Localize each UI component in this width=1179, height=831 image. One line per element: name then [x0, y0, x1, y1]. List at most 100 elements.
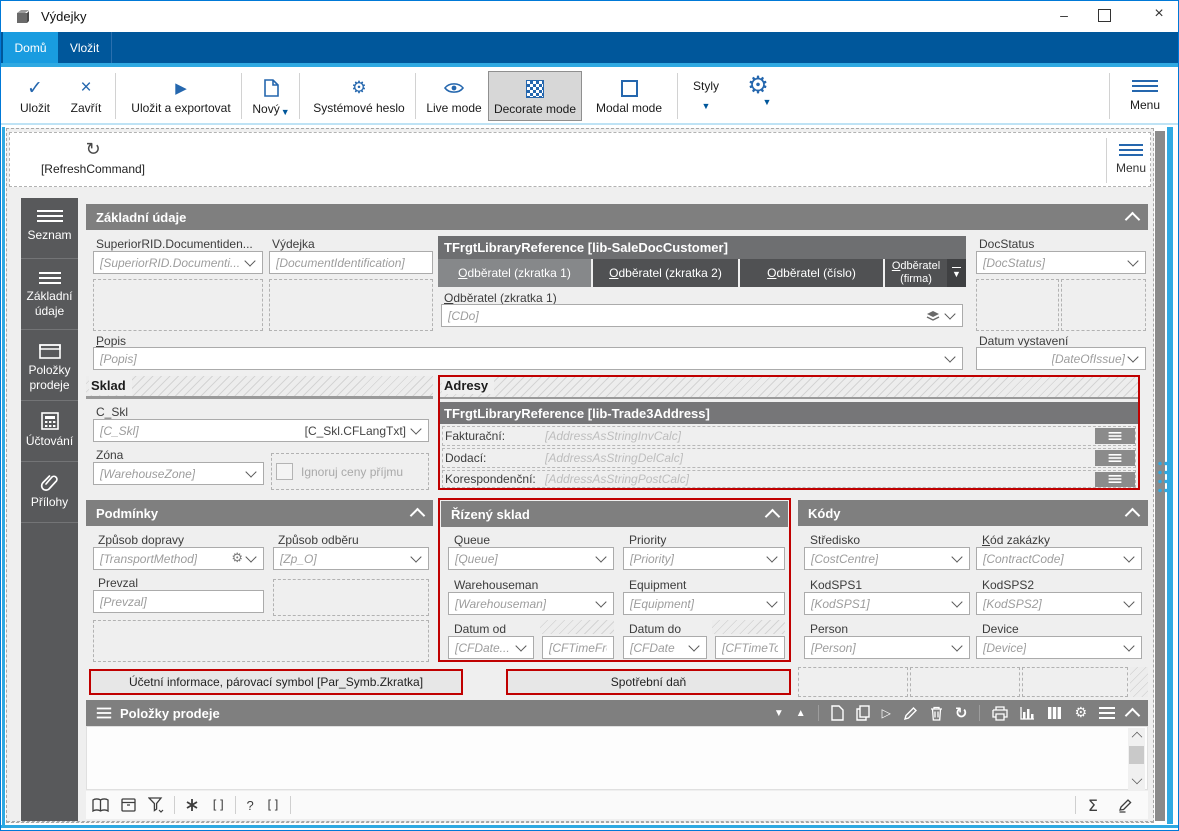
chart-icon[interactable]	[1020, 706, 1035, 720]
caret-down-icon[interactable]: ▼	[774, 708, 784, 719]
pencil-icon[interactable]	[903, 706, 918, 721]
save-export-button[interactable]: ▶ Uložit a exportovat	[123, 75, 239, 115]
docstatus-combo[interactable]: [DocStatus]	[976, 251, 1146, 274]
customer-tab-zkratka2[interactable]: Odběratel (zkratka 2)	[593, 259, 738, 287]
scroll-down-icon[interactable]	[1132, 774, 1143, 785]
kodsps2-combo[interactable]: [KodSPS2]	[976, 592, 1142, 615]
gear-icon[interactable]: ⚙	[1074, 705, 1087, 721]
collapse-icon[interactable]	[1125, 508, 1141, 524]
device-combo[interactable]: [Device]	[976, 636, 1142, 659]
address-menu-button[interactable]	[1095, 428, 1135, 444]
section-header-zakladni-udaje[interactable]: Základní údaje	[86, 204, 1148, 230]
sidebar-item-seznam[interactable]: Seznam	[21, 198, 78, 259]
sidebar-item-polozky-prodeje[interactable]: Položky prodeje	[21, 331, 78, 401]
asterisk-icon[interactable]	[185, 798, 199, 812]
caret-up-icon[interactable]: ▲	[796, 708, 806, 719]
command-bar-menu-button[interactable]: Menu	[1112, 141, 1150, 175]
gear-icon[interactable]: ⚙	[231, 551, 243, 566]
kod-zakazky-combo[interactable]: [ContractCode]	[976, 547, 1142, 570]
address-menu-button[interactable]	[1095, 450, 1135, 466]
run-icon[interactable]: ▷	[882, 706, 891, 720]
kodsps1-combo[interactable]: [KodSPS1]	[804, 592, 970, 615]
vydejka-input[interactable]: [DocumentIdentification]	[269, 251, 433, 274]
printer-icon[interactable]	[992, 706, 1008, 721]
popis-combo[interactable]: [Popis]	[93, 347, 963, 370]
accounting-info-button[interactable]: Účetní informace, párovací symbol [Par_S…	[89, 669, 463, 695]
customer-tab-cislo[interactable]: Odběratel (číslo)	[740, 259, 883, 287]
book-icon[interactable]	[92, 798, 109, 812]
address-menu-button[interactable]	[1095, 472, 1135, 487]
refresh-command-button[interactable]: ↻ [RefreshCommand]	[18, 139, 168, 176]
calculator-icon	[41, 412, 59, 430]
customer-tabs-overflow-button[interactable]: ▼	[947, 259, 966, 287]
sidebar-item-zakladni-udaje[interactable]: Základní údaje	[21, 260, 78, 330]
section-header-kody[interactable]: Kódy	[798, 500, 1148, 526]
refresh-icon[interactable]: ↻	[955, 704, 968, 722]
time-to-input[interactable]: [CFTimeTo]	[715, 636, 785, 659]
collapse-icon[interactable]	[1125, 707, 1141, 723]
zona-combo[interactable]: [WarehouseZone]	[93, 462, 264, 485]
datum-od-combo[interactable]: [CFDate...	[448, 636, 534, 659]
doprava-combo[interactable]: [TransportMethod] ⚙	[93, 547, 264, 570]
sidebar-item-uctovani[interactable]: Účtování	[21, 402, 78, 462]
trash-icon[interactable]	[930, 706, 943, 721]
person-combo[interactable]: [Person]	[804, 636, 970, 659]
superior-combo[interactable]: [SuperiorRID.Documenti...	[93, 251, 263, 274]
question-icon[interactable]: ?	[246, 798, 253, 813]
styles-button[interactable]: Styly ▼	[685, 79, 727, 111]
section-header-polozky-prodeje[interactable]: Položky prodeje ▼ ▲ ▷ ↻ ⚙	[86, 700, 1148, 726]
datum-do-combo[interactable]: [CFDate	[623, 636, 707, 659]
maximize-button[interactable]	[1098, 9, 1111, 22]
brackets-icon[interactable]: []	[211, 798, 225, 812]
equipment-combo[interactable]: [Equipment]	[623, 592, 785, 615]
layers-icon[interactable]	[926, 310, 940, 322]
close-button[interactable]: ×	[1144, 5, 1174, 27]
sum-icon[interactable]: Σ	[1088, 796, 1098, 815]
items-scrollbar[interactable]	[1128, 728, 1145, 790]
stredisko-combo[interactable]: [CostCentre]	[804, 547, 970, 570]
sidebar-item-prilohy[interactable]: Přílohy	[21, 463, 78, 523]
collapse-icon[interactable]	[765, 509, 781, 525]
cdo-combo[interactable]: [CDo]	[441, 304, 963, 327]
collapse-icon[interactable]	[1125, 212, 1141, 228]
hamburger-icon[interactable]	[1099, 704, 1115, 722]
decorate-mode-button[interactable]: Decorate mode	[488, 71, 582, 121]
system-password-button[interactable]: ⚙ Systémové heslo	[307, 75, 411, 115]
odber-combo[interactable]: [Zp_O]	[273, 547, 429, 570]
time-from-input[interactable]: [CFTimeFro	[542, 636, 614, 659]
minimize-button[interactable]: –	[1049, 7, 1079, 27]
excise-tax-button[interactable]: Spotřební daň	[506, 669, 791, 695]
checkbox[interactable]	[276, 463, 293, 480]
customer-tab-firma[interactable]: Odběratel (firma)	[885, 259, 947, 287]
tab-vlozit[interactable]: Vložit	[58, 32, 112, 63]
priority-combo[interactable]: [Priority]	[623, 547, 785, 570]
warehouseman-combo[interactable]: [Warehouseman]	[448, 592, 614, 615]
columns-icon[interactable]	[1047, 706, 1062, 720]
live-mode-button[interactable]: Live mode	[421, 75, 487, 115]
edit-pencil-icon[interactable]	[1118, 798, 1134, 813]
brackets-icon[interactable]: []	[266, 798, 280, 812]
items-grid-area[interactable]	[86, 726, 1148, 790]
scroll-thumb[interactable]	[1129, 746, 1144, 764]
customer-tab-zkratka1[interactable]: Odběratel (zkratka 1)	[438, 259, 591, 287]
date-of-issue-combo[interactable]: [DateOfIssue]	[976, 347, 1146, 370]
ribbon-menu-button[interactable]: Menu	[1119, 77, 1171, 112]
close-doc-button[interactable]: × Zavřít	[63, 75, 109, 115]
save-button[interactable]: ✓ Uložit	[11, 75, 59, 115]
settings-button[interactable]: ⚙ ▼	[737, 71, 779, 107]
grip-dots[interactable]	[1157, 459, 1173, 493]
section-header-rizeny-sklad[interactable]: Řízený sklad	[441, 501, 788, 527]
scroll-up-icon[interactable]	[1132, 732, 1143, 743]
queue-combo[interactable]: [Queue]	[448, 547, 614, 570]
new-button[interactable]: Nový▼	[247, 75, 295, 117]
section-header-podminky[interactable]: Podmínky	[86, 500, 433, 526]
cskl-combo[interactable]: [C_Skl] [C_Skl.CFLangTxt]	[93, 419, 429, 442]
prevzal-input[interactable]: [Prevzal]	[93, 590, 264, 613]
modal-mode-button[interactable]: Modal mode	[589, 75, 669, 115]
tab-domu[interactable]: Domů	[3, 32, 58, 63]
new-record-icon[interactable]	[831, 705, 844, 721]
archive-box-icon[interactable]	[121, 798, 136, 812]
filter-icon[interactable]	[148, 797, 164, 813]
copy-icon[interactable]	[856, 705, 870, 721]
collapse-icon[interactable]	[410, 508, 426, 524]
